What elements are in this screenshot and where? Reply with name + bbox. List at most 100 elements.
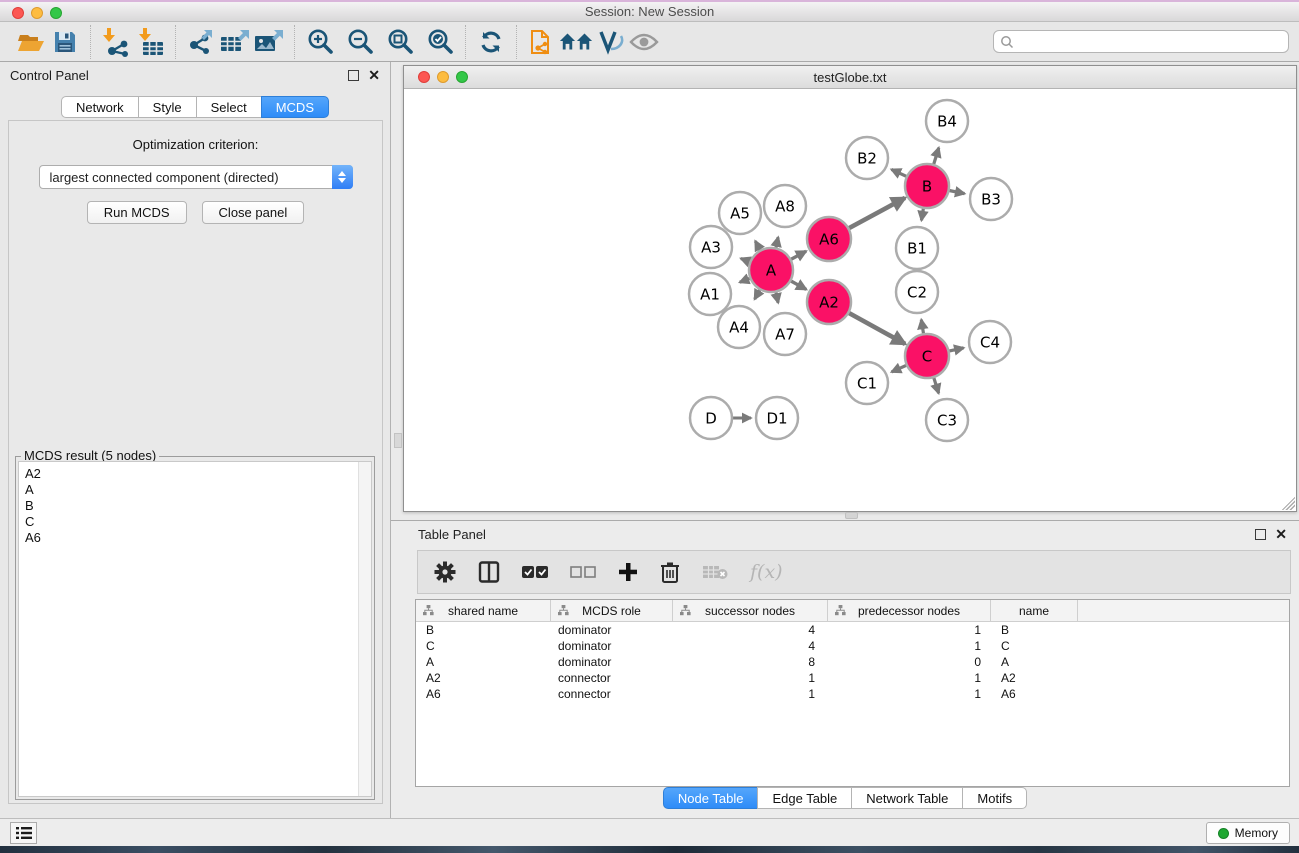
graph-node-A8[interactable]: A8 bbox=[764, 185, 806, 227]
graph-node-C[interactable]: C bbox=[905, 334, 949, 378]
table-cell[interactable]: 4 bbox=[673, 623, 828, 637]
graph-node-A2[interactable]: A2 bbox=[807, 280, 851, 324]
graph-node-A[interactable]: A bbox=[749, 248, 793, 292]
apply-function-icon[interactable]: f(x) bbox=[750, 561, 783, 583]
table-row[interactable]: Adominator80A bbox=[416, 654, 1289, 670]
optimization-criterion-select[interactable]: largest connected component (directed) bbox=[39, 165, 353, 189]
mcds-result-item[interactable]: A2 bbox=[25, 466, 371, 482]
graph-node-C3[interactable]: C3 bbox=[926, 399, 968, 441]
graph-edge[interactable] bbox=[892, 365, 907, 372]
tab-network[interactable]: Network bbox=[61, 96, 138, 118]
close-window-button[interactable] bbox=[12, 7, 24, 19]
result-list-scrollbar[interactable] bbox=[358, 462, 371, 796]
close-panel-button[interactable]: Close panel bbox=[202, 201, 305, 224]
window-resize-grip[interactable] bbox=[1281, 496, 1295, 510]
graph-edge[interactable] bbox=[755, 289, 761, 299]
task-history-button[interactable] bbox=[10, 822, 37, 844]
minimize-window-button[interactable] bbox=[31, 7, 43, 19]
tab-style[interactable]: Style bbox=[138, 96, 196, 118]
table-row[interactable]: A2connector11A2 bbox=[416, 670, 1289, 686]
table-cell[interactable]: A2 bbox=[991, 671, 1078, 685]
graph-edge[interactable] bbox=[740, 278, 751, 282]
graph-node-C4[interactable]: C4 bbox=[969, 321, 1011, 363]
mcds-result-item[interactable]: A6 bbox=[25, 530, 371, 546]
graph-node-B1[interactable]: B1 bbox=[896, 227, 938, 269]
import-table-icon[interactable] bbox=[133, 26, 167, 58]
table-cell[interactable]: A bbox=[416, 655, 551, 669]
graph-node-B2[interactable]: B2 bbox=[846, 137, 888, 179]
save-session-icon[interactable] bbox=[48, 26, 82, 58]
node-table[interactable]: shared nameMCDS rolesuccessor nodesprede… bbox=[415, 599, 1290, 787]
table-cell[interactable]: B bbox=[991, 623, 1078, 637]
column-header[interactable]: MCDS role bbox=[551, 600, 673, 621]
table-cell[interactable]: A2 bbox=[416, 671, 551, 685]
table-cell[interactable]: C bbox=[416, 639, 551, 653]
export-network-icon[interactable] bbox=[184, 26, 218, 58]
export-image-icon[interactable] bbox=[252, 26, 286, 58]
table-cell[interactable]: dominator bbox=[551, 655, 673, 669]
import-network-icon[interactable] bbox=[99, 26, 133, 58]
new-network-from-file-icon[interactable] bbox=[525, 26, 559, 58]
network-canvas[interactable]: B4B2BB3A8A5A6A3B1AC2A1A2A4A7C4CC1C3DD1 bbox=[404, 89, 1296, 511]
float-table-panel-icon[interactable] bbox=[1255, 529, 1266, 540]
graph-edge[interactable] bbox=[933, 148, 938, 165]
table-cell[interactable]: connector bbox=[551, 687, 673, 701]
graph-edge[interactable] bbox=[776, 291, 778, 302]
graph-node-A4[interactable]: A4 bbox=[718, 306, 760, 348]
table-cell[interactable]: connector bbox=[551, 671, 673, 685]
tab-edge-table[interactable]: Edge Table bbox=[757, 787, 851, 809]
graph-edge[interactable] bbox=[790, 281, 806, 290]
graph-node-C1[interactable]: C1 bbox=[846, 362, 888, 404]
mcds-result-list[interactable]: A2ABCA6 bbox=[18, 461, 372, 797]
table-row[interactable]: Cdominator41C bbox=[416, 638, 1289, 654]
table-cell[interactable]: 1 bbox=[673, 687, 828, 701]
tab-network-table[interactable]: Network Table bbox=[851, 787, 962, 809]
graph-node-D1[interactable]: D1 bbox=[756, 397, 798, 439]
graph-edge[interactable] bbox=[790, 251, 806, 259]
unselect-all-rows-icon[interactable] bbox=[570, 565, 596, 579]
graph-node-A1[interactable]: A1 bbox=[689, 273, 731, 315]
tab-mcds[interactable]: MCDS bbox=[261, 96, 329, 118]
table-cell[interactable]: A6 bbox=[991, 687, 1078, 701]
table-cell[interactable]: 1 bbox=[828, 623, 991, 637]
tab-select[interactable]: Select bbox=[196, 96, 261, 118]
column-browser-icon[interactable] bbox=[478, 561, 500, 583]
graph-edge[interactable] bbox=[948, 348, 963, 351]
float-panel-icon[interactable] bbox=[348, 70, 359, 81]
graph-edge[interactable] bbox=[891, 169, 907, 176]
table-row[interactable]: Bdominator41B bbox=[416, 622, 1289, 638]
maximize-window-button[interactable] bbox=[50, 7, 62, 19]
column-header[interactable]: predecessor nodes bbox=[828, 600, 991, 621]
graph-edge[interactable] bbox=[949, 190, 965, 193]
graph-node-B[interactable]: B bbox=[905, 164, 949, 208]
table-cell[interactable]: 8 bbox=[673, 655, 828, 669]
network-maximize-button[interactable] bbox=[456, 71, 468, 83]
export-table-icon[interactable] bbox=[218, 26, 252, 58]
table-row[interactable]: A6connector11A6 bbox=[416, 686, 1289, 702]
mcds-result-item[interactable]: C bbox=[25, 514, 371, 530]
graph-node-A5[interactable]: A5 bbox=[719, 192, 761, 234]
select-all-rows-icon[interactable] bbox=[522, 565, 548, 579]
close-table-panel-icon[interactable]: ✕ bbox=[1275, 529, 1287, 540]
graph-edge[interactable] bbox=[755, 241, 760, 251]
eye-icon[interactable] bbox=[627, 26, 661, 58]
split-divider-handle[interactable] bbox=[845, 512, 858, 519]
zoom-fit-content-icon[interactable] bbox=[383, 26, 417, 58]
table-cell[interactable]: B bbox=[416, 623, 551, 637]
refresh-icon[interactable] bbox=[474, 26, 508, 58]
graph-edge[interactable] bbox=[921, 320, 923, 335]
search-input[interactable] bbox=[1018, 35, 1288, 49]
mcds-result-item[interactable]: A bbox=[25, 482, 371, 498]
table-cell[interactable]: A bbox=[991, 655, 1078, 669]
graph-node-B3[interactable]: B3 bbox=[970, 178, 1012, 220]
delete-column-icon[interactable] bbox=[660, 561, 680, 583]
hide-graphics-details-icon[interactable] bbox=[593, 26, 627, 58]
table-cell[interactable]: dominator bbox=[551, 623, 673, 637]
graph-edge[interactable] bbox=[921, 208, 923, 221]
graph-edge[interactable] bbox=[848, 198, 905, 229]
zoom-selected-icon[interactable] bbox=[423, 26, 457, 58]
table-settings-gear-icon[interactable] bbox=[434, 561, 456, 583]
app-titlebar[interactable]: Session: New Session bbox=[0, 0, 1299, 22]
graph-edge[interactable] bbox=[741, 258, 751, 262]
home-icon[interactable] bbox=[559, 26, 593, 58]
